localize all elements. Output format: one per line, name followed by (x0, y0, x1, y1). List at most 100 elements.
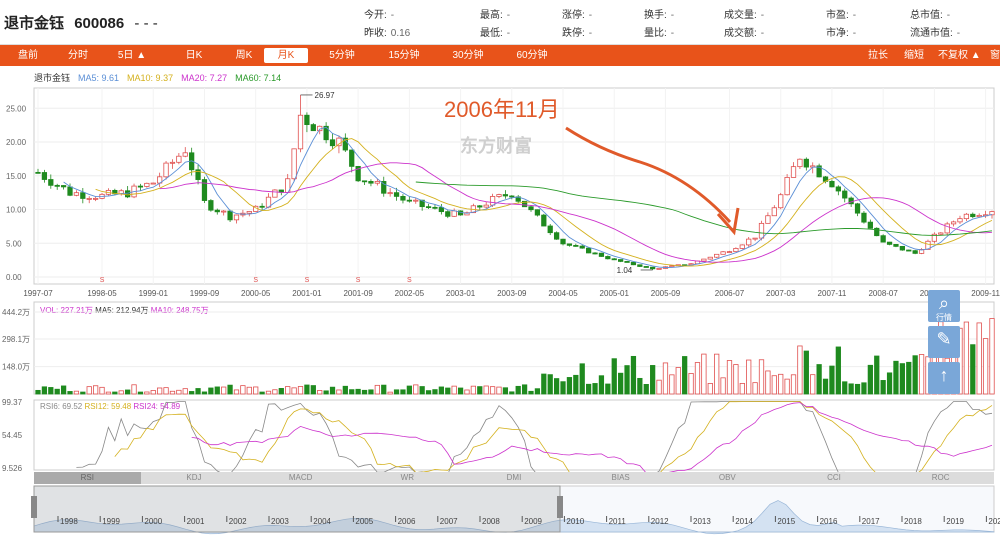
x-tick-label: 2001-01 (292, 289, 322, 298)
indicator-tab-wr[interactable]: WR (354, 472, 461, 484)
volume-bar (534, 388, 541, 395)
volume-bar (752, 382, 758, 395)
volume-bar (438, 386, 444, 395)
indicator-tab-bias[interactable]: BIAS (567, 472, 674, 484)
volume-bar (137, 391, 144, 395)
candle-body (643, 266, 649, 268)
volume-bar (912, 355, 918, 395)
volume-bar (195, 388, 201, 395)
volume-bar (265, 390, 272, 395)
indicator-tab-bar: RSI KDJ MACD WR DMI BIAS OBV CCI ROC (34, 472, 994, 484)
rsi-legend-item: RSI24: 54.89 (133, 402, 180, 411)
navigator-year-label: 1999 (102, 517, 120, 526)
navigator-year-label: 2008 (482, 517, 500, 526)
x-tick-label: 1999-01 (139, 289, 169, 298)
candle-body (137, 185, 144, 188)
candle-body (214, 209, 220, 213)
volume-bar (80, 391, 86, 395)
volume-bar (131, 384, 137, 395)
volume-bar (432, 389, 438, 395)
indicator-tab-cci[interactable]: CCI (781, 472, 888, 484)
indicator-tab-rsi[interactable]: RSI (34, 472, 141, 484)
candle-body (906, 249, 912, 252)
candle-body (912, 250, 918, 254)
candle-body (790, 166, 797, 178)
volume-bar (976, 322, 982, 395)
indicator-tab-macd[interactable]: MACD (247, 472, 354, 484)
candle-body (125, 190, 131, 198)
indicator-tab-kdj[interactable]: KDJ (141, 472, 248, 484)
volume-bar (413, 384, 419, 395)
volume-bar (758, 359, 765, 395)
candle-body (573, 244, 579, 247)
candle-body (630, 261, 637, 266)
volume-bar (553, 378, 560, 395)
volume-bar (291, 387, 297, 395)
volume-bar (829, 365, 835, 395)
volume-bar (605, 383, 611, 395)
candle-body (592, 252, 598, 255)
navigator-year-label: 2018 (904, 517, 922, 526)
indicator-tab-dmi[interactable]: DMI (461, 472, 568, 484)
volume-bar (560, 381, 566, 395)
volume-bar (669, 374, 675, 395)
volume-bar (451, 385, 457, 395)
volume-bar (496, 386, 502, 395)
navigator-year-label: 2011 (609, 517, 627, 526)
x-tick-label: 2009-11 (971, 289, 1000, 298)
navigator-year-label: 2020 (988, 517, 1000, 526)
arrow-up-button[interactable]: ↑ (928, 362, 960, 394)
volume-bar (470, 385, 477, 395)
candle-body (310, 124, 316, 132)
volume-bar (489, 386, 496, 395)
volume-bar (208, 387, 214, 395)
candle-body (624, 261, 630, 263)
rsi-tick-label: 9.526 (2, 464, 23, 473)
x-tick-label: 1998-05 (87, 289, 117, 298)
candle-body (547, 225, 553, 234)
y-tick-label: 5.00 (6, 239, 22, 248)
candle-body (445, 211, 451, 217)
volume-bar (342, 385, 348, 395)
candle-body (329, 139, 336, 147)
search-button[interactable]: ⌕ 行情 (928, 290, 960, 322)
candle-body (752, 237, 758, 240)
candle-body (669, 265, 675, 268)
high-price-label: 26.97 (315, 91, 336, 100)
candle-body (579, 245, 585, 249)
candle-body (784, 177, 790, 196)
volume-bar (810, 374, 816, 395)
volume-bar (893, 360, 899, 395)
volume-bar (67, 391, 73, 395)
candle-body (656, 267, 662, 270)
volume-bar (253, 386, 259, 395)
volume-bar (867, 364, 873, 395)
volume-bar (784, 378, 790, 395)
candle-body (272, 189, 278, 198)
candle-body (957, 218, 963, 223)
volume-bar (278, 388, 284, 395)
candle-body (336, 137, 342, 147)
candle-body (842, 190, 848, 199)
volume-bar (547, 374, 553, 395)
candle-body (413, 199, 419, 202)
volume-bar (329, 386, 336, 395)
volume-bar (835, 346, 841, 395)
candle-body (771, 207, 777, 217)
candle-body (835, 186, 841, 192)
volume-bar (387, 391, 393, 395)
candle-body (35, 171, 41, 174)
volume-bar (842, 381, 848, 395)
candle-body (867, 221, 873, 229)
volume-bar (150, 390, 156, 395)
candle-body (432, 206, 438, 209)
volume-bar (816, 364, 822, 395)
candle-body (387, 192, 393, 195)
volume-legend-item: MA5: 212.94万 (95, 306, 151, 315)
navigator-year-label: 2017 (862, 517, 880, 526)
indicator-tab-obv[interactable]: OBV (674, 472, 781, 484)
candle-body (733, 248, 739, 253)
candle-body (726, 251, 733, 254)
edit-button[interactable]: ✎ (928, 326, 960, 358)
indicator-tab-roc[interactable]: ROC (887, 472, 994, 484)
